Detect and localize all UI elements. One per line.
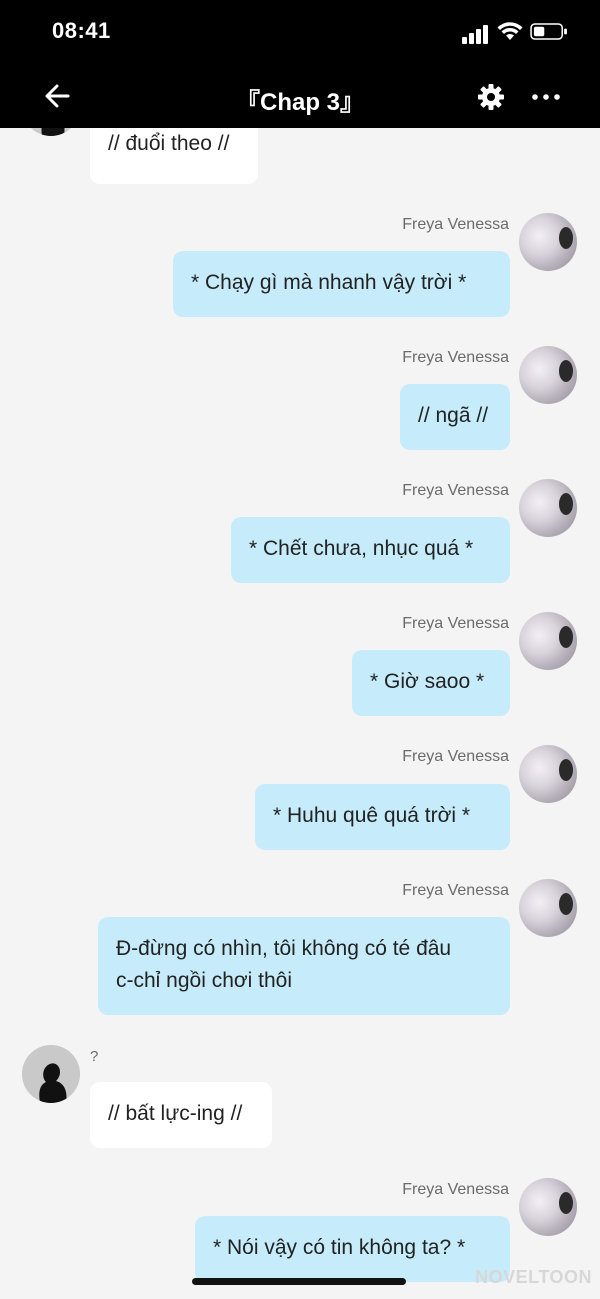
message-text: * Chạy gì mà nhanh vậy trời *: [191, 271, 467, 294]
sender-name: Freya Venessa: [402, 615, 509, 632]
sender-name: Freya Venessa: [402, 482, 509, 499]
sender-name: ?: [90, 1048, 99, 1065]
avatar[interactable]: [519, 745, 577, 803]
message-text-line: c-chỉ ngồi chơi thôi: [116, 969, 293, 992]
app-bar: 『Chap 3』: [0, 64, 600, 128]
status-bar: 08:41: [0, 0, 600, 64]
battery-icon: [530, 23, 567, 40]
chat-thread[interactable]: // đuổi theo // Freya Venessa * Chạy gì …: [0, 128, 600, 1299]
signal-icon: [462, 25, 488, 44]
silhouette-icon: [22, 1045, 80, 1103]
avatar[interactable]: [519, 1178, 577, 1236]
message-bubble[interactable]: * Huhu quê quá trời *: [255, 784, 510, 850]
sender-name: Freya Venessa: [402, 1181, 509, 1198]
message-text: * Chết chưa, nhục quá *: [249, 537, 474, 560]
message-bubble[interactable]: Đ-đừng có nhìn, tôi không có té đâu c-ch…: [98, 917, 510, 1015]
message-bubble[interactable]: // đuổi theo //: [90, 128, 258, 184]
sender-name: Freya Venessa: [402, 349, 509, 366]
message-text: * Giờ saoo *: [370, 670, 485, 693]
message-bubble[interactable]: // ngã //: [400, 384, 510, 450]
message-text: // đuổi theo //: [108, 132, 230, 155]
wifi-icon: [497, 22, 523, 40]
sender-name: Freya Venessa: [402, 748, 509, 765]
page-title: 『Chap 3』: [235, 89, 364, 116]
status-time: 08:41: [52, 18, 111, 43]
message-text: * Huhu quê quá trời *: [273, 804, 471, 827]
message-bubble[interactable]: * Nói vậy có tin không ta? *: [195, 1216, 510, 1282]
message-bubble[interactable]: * Chết chưa, nhục quá *: [231, 517, 510, 583]
avatar[interactable]: [22, 128, 80, 136]
more-horizontal-icon[interactable]: [530, 82, 562, 112]
message-bubble[interactable]: * Chạy gì mà nhanh vậy trời *: [173, 251, 510, 317]
avatar[interactable]: [519, 346, 577, 404]
message-bubble[interactable]: // bất lực-ing //: [90, 1082, 272, 1148]
message-bubble[interactable]: * Giờ saoo *: [352, 650, 510, 716]
home-indicator[interactable]: [192, 1278, 406, 1285]
avatar[interactable]: [519, 612, 577, 670]
gear-icon[interactable]: [476, 82, 506, 112]
sender-name: Freya Venessa: [402, 882, 509, 899]
message-text-line: Đ-đừng có nhìn, tôi không có té đâu: [116, 937, 452, 960]
sender-name: Freya Venessa: [402, 216, 509, 233]
avatar[interactable]: [519, 879, 577, 937]
avatar[interactable]: [519, 213, 577, 271]
avatar[interactable]: [22, 1045, 80, 1103]
message-text: // bất lực-ing //: [108, 1102, 243, 1125]
watermark-logo: NOVELTOON: [475, 1267, 592, 1287]
avatar[interactable]: [519, 479, 577, 537]
message-text: // ngã //: [418, 404, 489, 427]
message-text: * Nói vậy có tin không ta? *: [213, 1236, 466, 1259]
